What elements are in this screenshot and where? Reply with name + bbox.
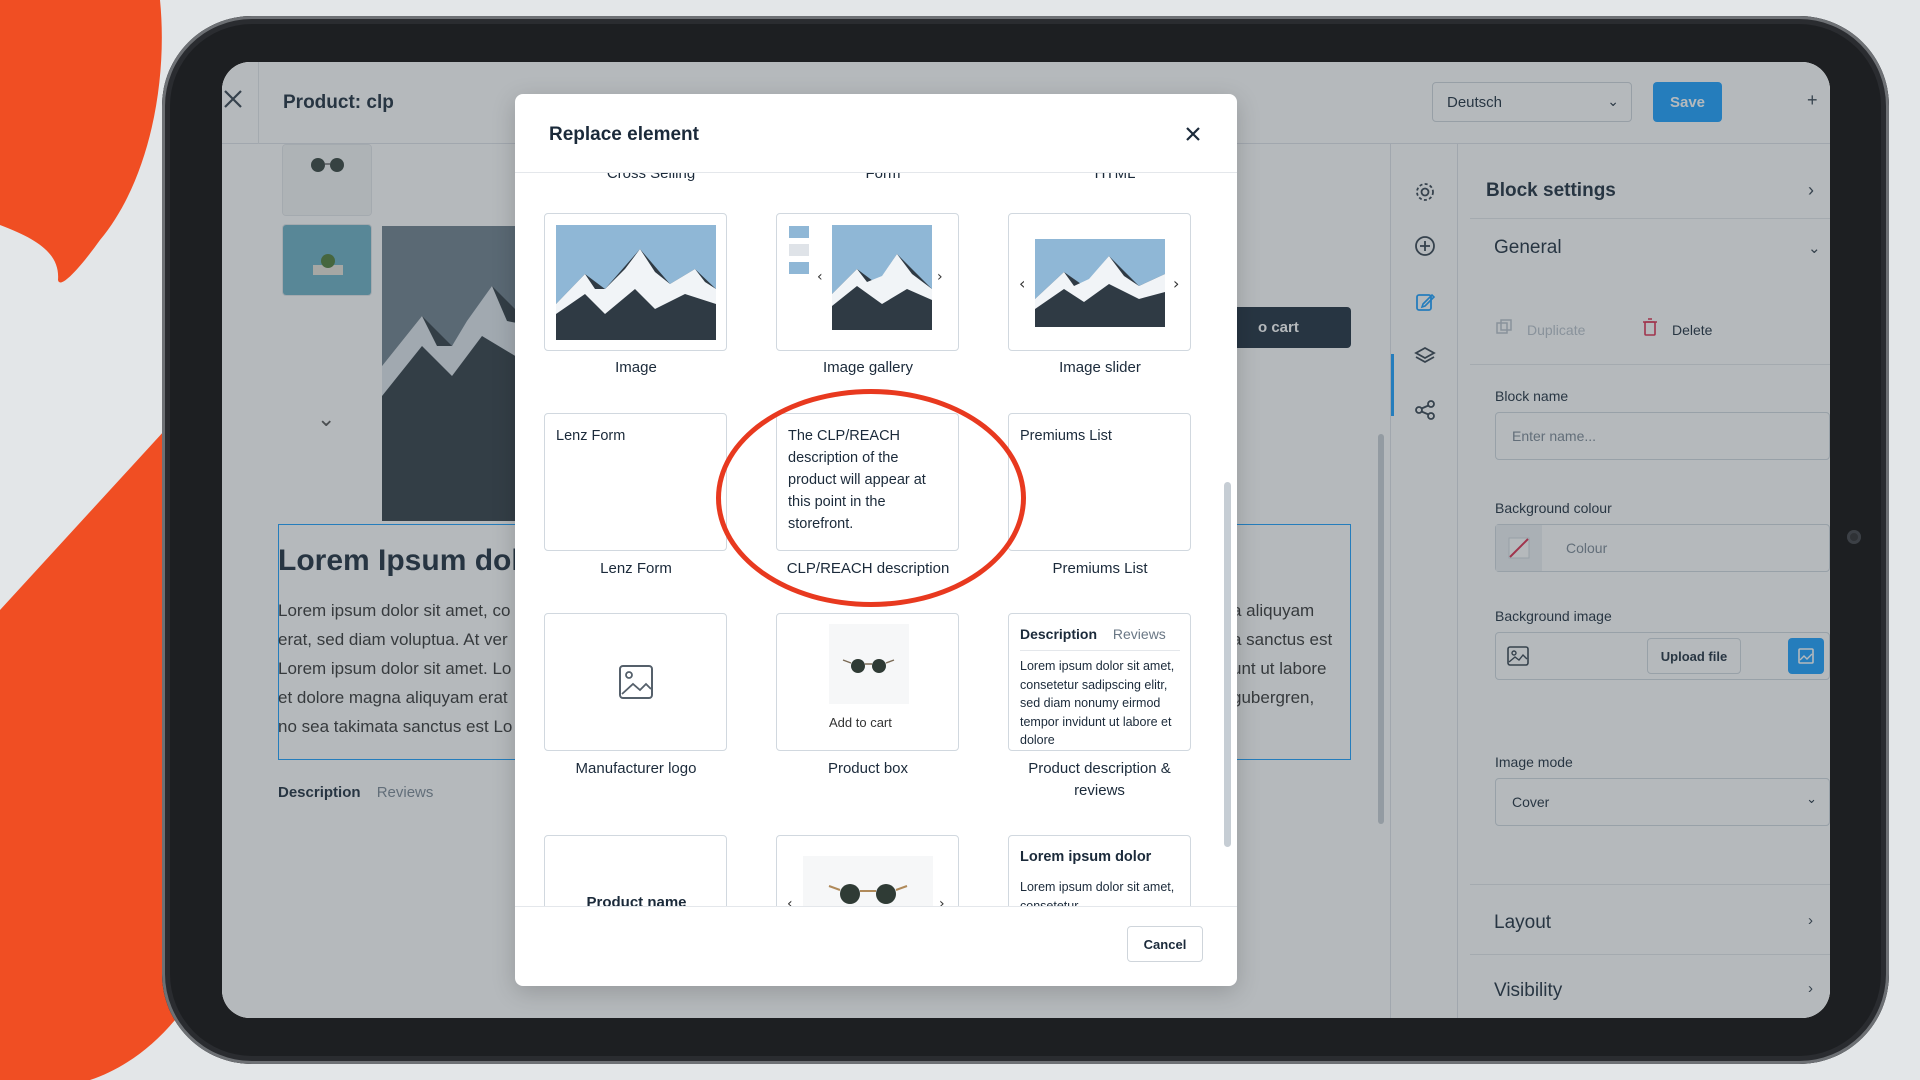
element-tile-lenz-form[interactable]: Lenz Form [544, 413, 727, 551]
slider-icon: ‹ › [1019, 239, 1179, 327]
product-box-add-to-cart: Add to cart [829, 715, 892, 730]
element-label: Product description & reviews [1028, 760, 1171, 799]
preview-tab-reviews: Reviews [1112, 626, 1166, 642]
svg-text:›: › [1173, 274, 1179, 293]
element-label: Product box [827, 760, 909, 777]
element-tile-product-description-reviews[interactable]: Description Reviews Lorem ipsum dolor si… [1008, 613, 1191, 751]
element-label: Image gallery [822, 359, 914, 376]
svg-text:‹: ‹ [787, 896, 793, 906]
image-placeholder-icon [619, 665, 653, 699]
element-label: Premiums List [1052, 560, 1148, 577]
mountain-image-icon [556, 225, 716, 340]
element-preview-text: Lenz Form [556, 428, 626, 444]
close-icon[interactable] [1181, 122, 1205, 146]
preview-tab-description: Description [1020, 626, 1098, 642]
element-label: CLP/REACH description [786, 560, 950, 577]
element-tile-image-gallery[interactable]: ‹ › [776, 213, 959, 351]
svg-text:‹: ‹ [817, 269, 823, 285]
element-tile-clp-reach-description[interactable]: The CLP/REACH description of the product… [776, 413, 959, 551]
svg-text:›: › [937, 269, 943, 285]
element-label: Image slider [1059, 359, 1141, 376]
element-preview-text: Product name [586, 894, 687, 906]
modal-footer: Cancel [515, 906, 1237, 986]
element-preview-text: Lorem ipsum dolor sit amet, consetetur [1020, 880, 1175, 906]
divider [1020, 650, 1180, 651]
element-label-html[interactable]: HTML [1005, 173, 1225, 182]
element-label-form[interactable]: Form [773, 173, 993, 182]
svg-text:›: › [939, 896, 945, 906]
preview-tabs: Description Reviews [1020, 626, 1166, 642]
sunglasses-icon [829, 624, 909, 704]
element-tile-image-slider[interactable]: ‹ › [1008, 213, 1191, 351]
element-tile-text[interactable]: Lorem ipsum dolor Lorem ipsum dolor sit … [1008, 835, 1191, 906]
element-tile-manufacturer-logo[interactable] [544, 613, 727, 751]
replace-element-modal: Replace element Cross Selling Form HTML … [515, 94, 1237, 986]
gallery-icon: ‹ › [789, 225, 943, 330]
element-tile-cross-selling-slider[interactable]: ‹ › [776, 835, 959, 906]
element-label: Image [615, 359, 657, 376]
element-tile-premiums-list[interactable]: Premiums List [1008, 413, 1191, 551]
sunglasses-icon: ‹ › [787, 856, 945, 906]
orange-decoration-top [0, 0, 162, 283]
element-preview-text: Premiums List [1020, 428, 1112, 444]
modal-scrollbar[interactable] [1224, 482, 1231, 847]
element-label: Lenz Form [600, 560, 672, 577]
element-preview-text: Lorem ipsum dolor sit amet, consetetur s… [1020, 659, 1175, 747]
element-tile-product-box[interactable]: Add to cart [776, 613, 959, 751]
tablet-camera [1847, 530, 1861, 544]
element-label-cross-selling[interactable]: Cross Selling [541, 173, 761, 182]
modal-title: Replace element [549, 124, 699, 145]
modal-header: Replace element [515, 94, 1237, 173]
cancel-button[interactable]: Cancel [1127, 926, 1203, 962]
element-preview-title: Lorem ipsum dolor [1020, 849, 1152, 865]
element-preview-text: The CLP/REACH description of the product… [788, 428, 926, 532]
element-label: Manufacturer logo [575, 760, 697, 777]
element-tile-product-name[interactable]: Product name [544, 835, 727, 906]
svg-text:‹: ‹ [1019, 274, 1025, 293]
element-tile-image[interactable] [544, 213, 727, 351]
element-grid: Cross Selling Form HTML Image ‹ › Image … [515, 173, 1237, 906]
